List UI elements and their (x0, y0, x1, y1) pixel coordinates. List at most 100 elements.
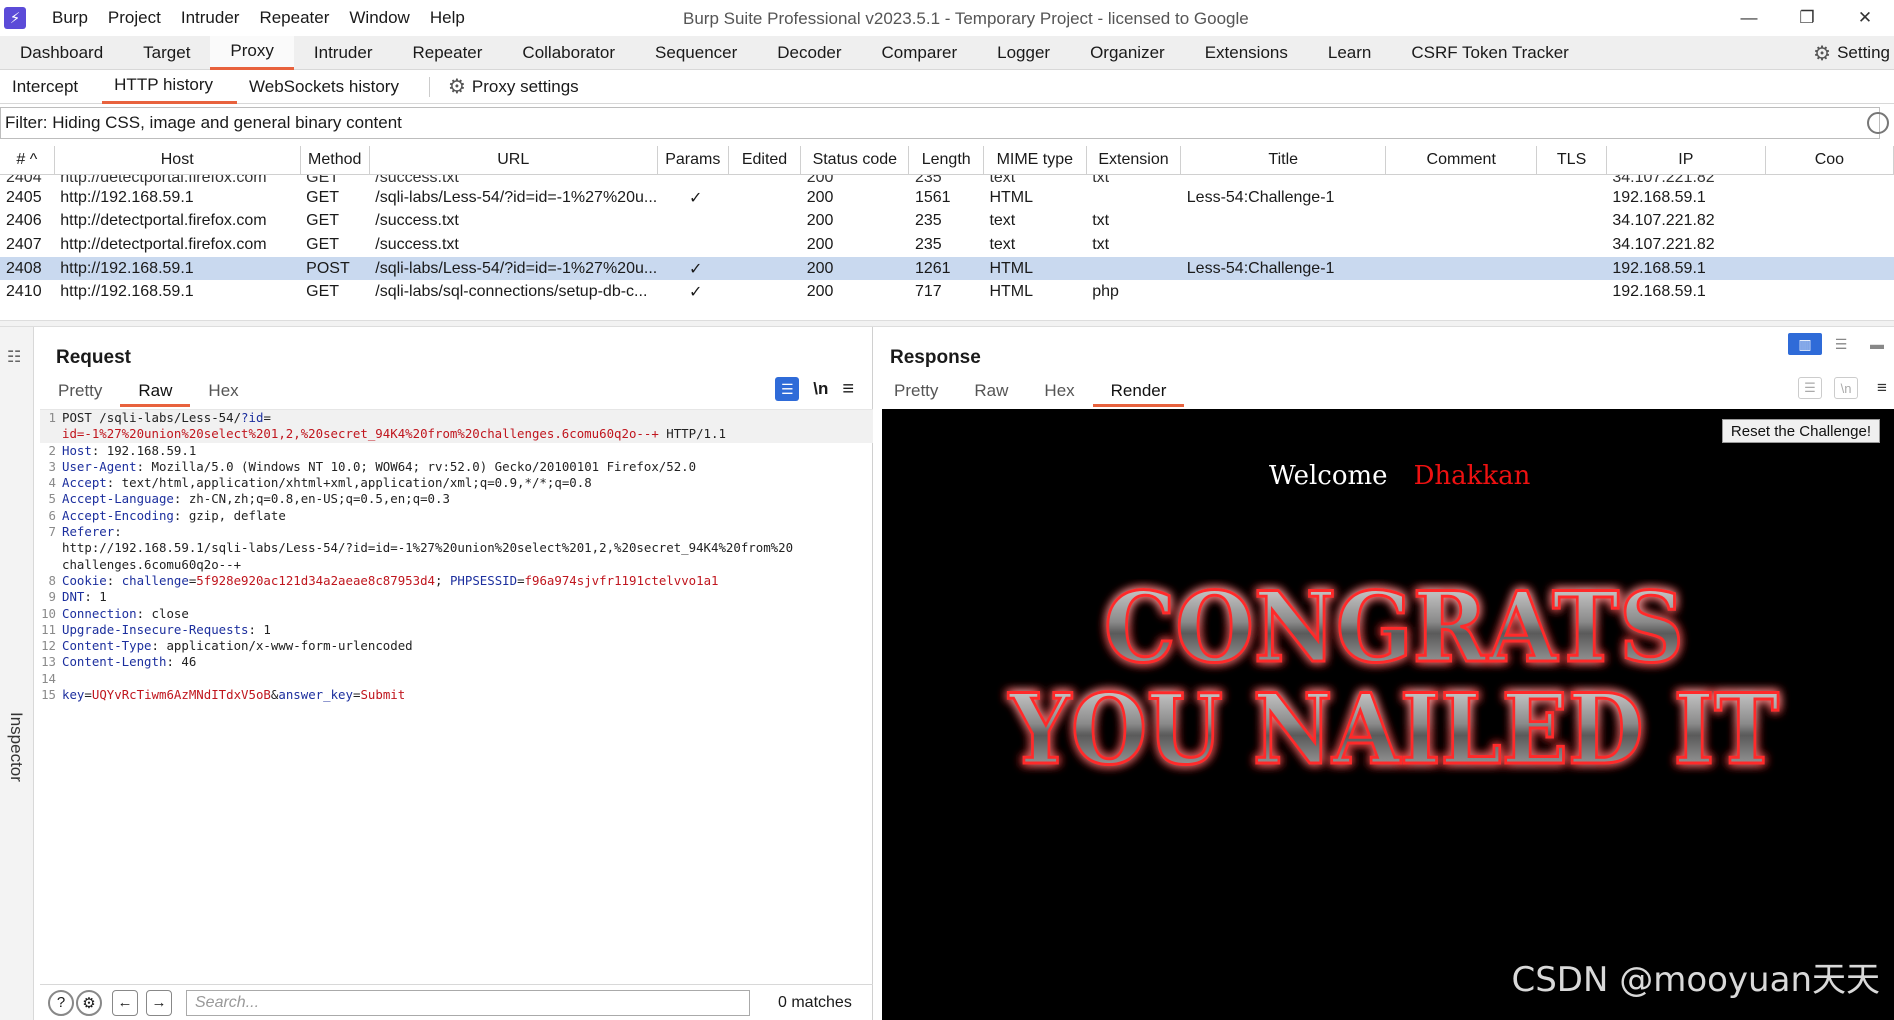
word-wrap-icon[interactable]: ☰ (1798, 377, 1822, 399)
header-key: key (62, 687, 85, 703)
reset-challenge-button[interactable]: Reset the Challenge! (1721, 419, 1880, 443)
tab-repeater[interactable]: Repeater (392, 36, 502, 70)
tab-extensions[interactable]: Extensions (1185, 36, 1308, 70)
table-cell: HTML (989, 188, 1033, 206)
column-header[interactable]: Edited (728, 146, 802, 175)
table-cell: Less-54:Challenge-1 (1180, 256, 1386, 281)
word-wrap-icon[interactable]: ☰ (775, 377, 800, 401)
tab-comparer[interactable]: Comparer (862, 36, 978, 70)
tab-logger[interactable]: Logger (977, 36, 1070, 70)
menu-icon[interactable]: ≡ (842, 378, 854, 401)
menu-icon[interactable]: ≡ (1870, 377, 1894, 399)
table-row[interactable]: 2406 http://detectportal.firefox.com GET/s… (0, 210, 1894, 234)
settings-button[interactable]: ⚙ Setting (1813, 36, 1894, 70)
split-horizontal-icon[interactable]: ▥ (1788, 333, 1822, 355)
response-tab-hex[interactable]: Hex (1026, 381, 1092, 407)
column-header[interactable]: IP (1606, 146, 1766, 175)
column-header[interactable]: URL (369, 146, 658, 175)
inspector-icon[interactable]: ☷ (7, 347, 21, 367)
code-line: 3 User-Agent: Mozilla/5.0 (Windows NT 10.… (40, 459, 873, 475)
code-line: 13 Content-Length: 46 (40, 654, 873, 670)
request-tab-hex[interactable]: Hex (190, 381, 256, 407)
menu-help[interactable]: Help (420, 8, 475, 28)
newline-toggle[interactable]: \n (813, 379, 828, 399)
filter-help-icon[interactable] (1867, 112, 1889, 134)
column-header[interactable]: Host (54, 146, 301, 175)
column-header[interactable]: Extension (1086, 146, 1182, 175)
back-arrow-icon[interactable]: ← (112, 989, 138, 1016)
tab-proxy[interactable]: Proxy (210, 35, 294, 70)
header-key: Accept (62, 475, 107, 491)
column-header[interactable]: MIME type (983, 146, 1087, 175)
param-value: 5f928e920ac121d34a2aeae8c87953d4 (196, 572, 436, 588)
column-header[interactable]: Status code (800, 146, 910, 175)
table-cell: txt (1092, 235, 1110, 253)
split-vertical-icon[interactable]: ☰ (1824, 333, 1858, 355)
menu-burp[interactable]: Burp (42, 8, 98, 28)
table-row[interactable]: 2408 http://192.168.59.1 POST/sqli-labs/Le… (0, 256, 1894, 281)
table-row[interactable]: 2405 http://192.168.59.1 GET/sqli-labs/Les… (0, 186, 1894, 210)
table-cell (1086, 186, 1181, 210)
column-header[interactable]: Params (657, 146, 729, 175)
request-tab-raw[interactable]: Raw (120, 381, 191, 407)
congrats-line-2: YOU NAILED IT (1008, 673, 1779, 779)
table-row[interactable]: 2410 http://192.168.59.1 GET/sqli-labs/sql… (0, 280, 1894, 304)
forward-arrow-icon[interactable]: → (146, 989, 172, 1016)
column-header[interactable]: Coo (1765, 146, 1894, 175)
table-cell (1386, 186, 1537, 210)
filter-bar[interactable]: Filter: Hiding CSS, image and general bi… (0, 107, 1889, 139)
filter-text: Filter: Hiding CSS, image and general bi… (5, 113, 402, 132)
table-row[interactable]: 2407 http://detectportal.firefox.com GET/s… (0, 233, 1894, 257)
column-header[interactable]: # ^ (0, 146, 55, 175)
tab-learn[interactable]: Learn (1308, 36, 1391, 70)
layout-toggle: ▥ ☰ ▬ (1788, 333, 1894, 355)
tab-intercept[interactable]: Intercept (0, 70, 102, 104)
tabbed-layout-icon[interactable]: ▬ (1860, 333, 1894, 355)
menu-project[interactable]: Project (98, 8, 171, 28)
inspector-toggle[interactable]: Inspector (6, 712, 26, 782)
table-cell: http://detectportal.firefox.com (60, 212, 267, 230)
header-key: Referer (62, 524, 115, 540)
column-header[interactable]: TLS (1536, 146, 1607, 175)
column-header[interactable]: Method (300, 146, 370, 175)
response-tab-render[interactable]: Render (1092, 381, 1185, 407)
table-cell (1537, 210, 1607, 234)
close-icon[interactable]: ✕ (1836, 0, 1894, 36)
gear-icon: ⚙ (1813, 42, 1832, 65)
tab-organizer[interactable]: Organizer (1070, 36, 1185, 70)
minimize-icon[interactable]: — (1720, 0, 1778, 36)
congrats-line-1: CONGRATS (1104, 579, 1684, 684)
menu-intruder[interactable]: Intruder (171, 8, 250, 28)
tab-target[interactable]: Target (123, 36, 210, 70)
search-input[interactable]: Search... (186, 989, 750, 1016)
menu-window[interactable]: Window (339, 8, 419, 28)
column-header[interactable]: Length (908, 146, 984, 175)
table-cell (728, 256, 801, 281)
newline-toggle[interactable]: \n (1834, 377, 1858, 399)
request-tab-pretty[interactable]: Pretty (40, 381, 120, 407)
menu-repeater[interactable]: Repeater (249, 8, 339, 28)
column-header[interactable]: Comment (1385, 146, 1538, 175)
tab-sequencer[interactable]: Sequencer (635, 36, 757, 70)
settings-gear-icon[interactable]: ⚙ (76, 989, 102, 1016)
table-row[interactable]: 2404 http://detectportal.firefox.com GET/s… (0, 174, 1894, 186)
help-icon[interactable]: ? (48, 989, 74, 1016)
response-tab-raw[interactable]: Raw (956, 381, 1026, 407)
tab-http-history[interactable]: HTTP history (102, 70, 238, 104)
table-cell: GET (306, 235, 340, 253)
proxy-settings-button[interactable]: ⚙ Proxy settings (436, 70, 603, 104)
response-tab-pretty[interactable]: Pretty (876, 381, 956, 407)
code-segment: = (84, 687, 92, 703)
tab-decoder[interactable]: Decoder (757, 36, 861, 70)
restore-icon[interactable]: ❐ (1778, 0, 1836, 36)
table-cell: 200 (806, 212, 834, 230)
tab-csrf-token-tracker[interactable]: CSRF Token Tracker (1391, 36, 1588, 70)
table-cell: http://192.168.59.1 (60, 283, 194, 301)
csdn-watermark: CSDN @mooyuan天天 (1511, 960, 1880, 1000)
tab-collaborator[interactable]: Collaborator (502, 36, 635, 70)
request-editor[interactable]: 1 POST /sqli-labs/Less-54/?id= id=-1%27%20… (40, 409, 873, 979)
tab-websockets-history[interactable]: WebSockets history (237, 70, 423, 104)
column-header[interactable]: Title (1180, 146, 1387, 175)
tab-intruder[interactable]: Intruder (294, 36, 393, 70)
tab-dashboard[interactable]: Dashboard (0, 36, 123, 70)
